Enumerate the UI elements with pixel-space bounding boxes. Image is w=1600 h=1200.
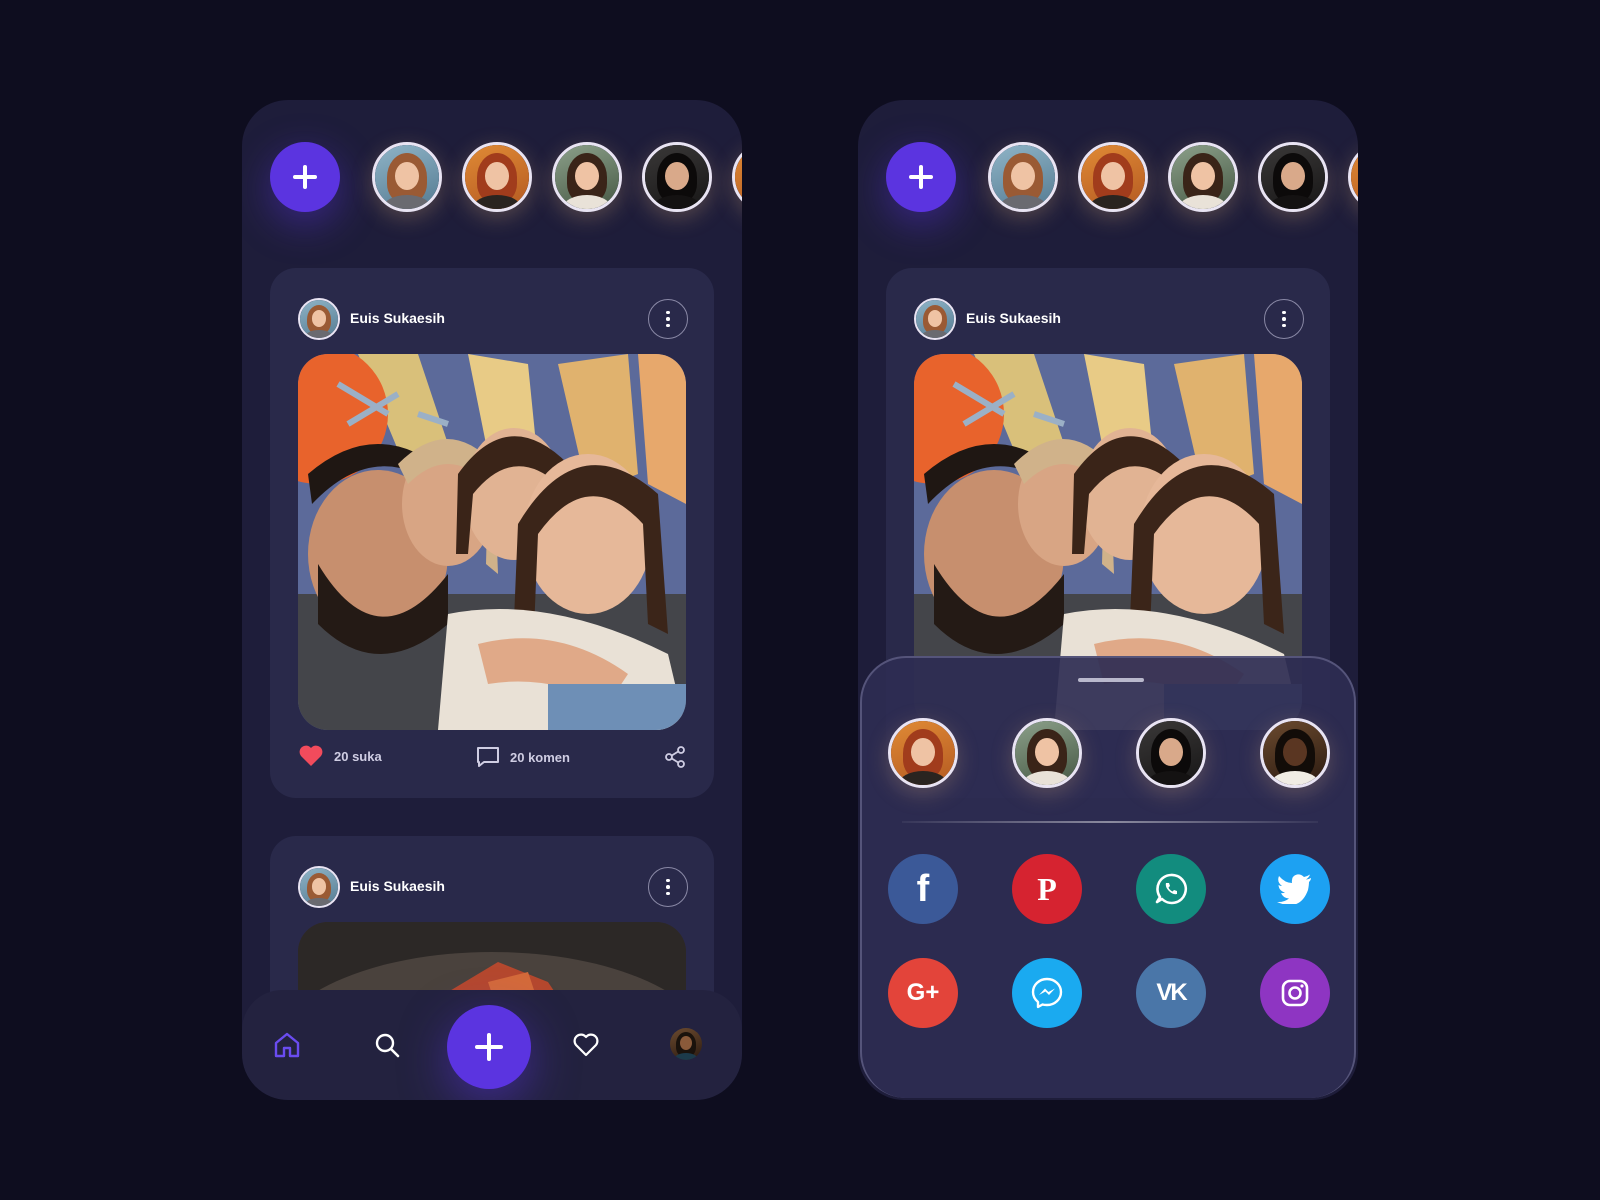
whatsapp-icon[interactable] [1136, 854, 1206, 924]
post-actions: 20 suka 20 komen [298, 744, 686, 774]
story-avatar[interactable] [988, 142, 1058, 212]
twitter-icon[interactable] [1260, 854, 1330, 924]
story-avatar[interactable] [1258, 142, 1328, 212]
more-options-button[interactable] [648, 299, 688, 339]
bottom-nav [242, 990, 742, 1100]
story-avatar[interactable] [462, 142, 532, 212]
author-avatar[interactable] [298, 298, 340, 340]
feed-screen: Euis Sukaesih 20 suka 20 komen Euis Suka… [242, 100, 742, 1100]
author-name[interactable]: Euis Sukaesih [350, 878, 445, 894]
share-friend-avatar[interactable] [1260, 718, 1330, 788]
story-avatar[interactable] [552, 142, 622, 212]
post-header: Euis Sukaesih [298, 298, 688, 340]
story-avatar[interactable] [1348, 142, 1358, 212]
share-friend-avatar[interactable] [1136, 718, 1206, 788]
comment-icon [477, 747, 499, 767]
share-screen: Euis Sukaesih f P G+ VK [858, 100, 1358, 1100]
share-friend-avatar[interactable] [1012, 718, 1082, 788]
author-name[interactable]: Euis Sukaesih [350, 310, 445, 326]
post-photo[interactable] [298, 354, 686, 730]
story-avatar[interactable] [1078, 142, 1148, 212]
profile-avatar[interactable] [670, 1028, 702, 1060]
sheet-drag-handle[interactable] [1078, 678, 1144, 682]
add-post-button[interactable] [447, 1005, 531, 1089]
add-story-button[interactable] [886, 142, 956, 212]
author-avatar[interactable] [914, 298, 956, 340]
more-options-button[interactable] [1264, 299, 1304, 339]
post-header: Euis Sukaesih [914, 298, 1304, 340]
author-avatar[interactable] [298, 866, 340, 908]
likes-count: 20 suka [334, 748, 382, 764]
share-icon[interactable] [664, 746, 686, 768]
plus-icon [909, 165, 933, 189]
messenger-icon[interactable] [1012, 958, 1082, 1028]
add-story-button[interactable] [270, 142, 340, 212]
post-header: Euis Sukaesih [298, 866, 688, 908]
comment-button[interactable]: 20 komen [476, 746, 570, 768]
plus-icon [475, 1033, 503, 1061]
vk-icon[interactable]: VK [1136, 958, 1206, 1028]
story-avatar[interactable] [642, 142, 712, 212]
comments-count: 20 komen [510, 749, 570, 765]
more-options-button[interactable] [648, 867, 688, 907]
post-card: Euis Sukaesih [270, 268, 714, 798]
home-icon[interactable] [272, 1030, 302, 1060]
story-avatar[interactable] [732, 142, 742, 212]
share-sheet: f P G+ VK [860, 656, 1356, 1098]
facebook-icon[interactable]: f [888, 854, 958, 924]
heart-icon[interactable] [572, 1032, 600, 1058]
story-avatar[interactable] [372, 142, 442, 212]
search-icon[interactable] [372, 1030, 402, 1060]
heart-icon [299, 745, 323, 766]
sheet-divider [902, 821, 1318, 823]
plus-icon [293, 165, 317, 189]
pinterest-icon[interactable]: P [1012, 854, 1082, 924]
story-avatar[interactable] [1168, 142, 1238, 212]
share-friend-avatar[interactable] [888, 718, 958, 788]
instagram-icon[interactable] [1260, 958, 1330, 1028]
author-name[interactable]: Euis Sukaesih [966, 310, 1061, 326]
like-button[interactable]: 20 suka [298, 744, 382, 768]
google-plus-icon[interactable]: G+ [888, 958, 958, 1028]
